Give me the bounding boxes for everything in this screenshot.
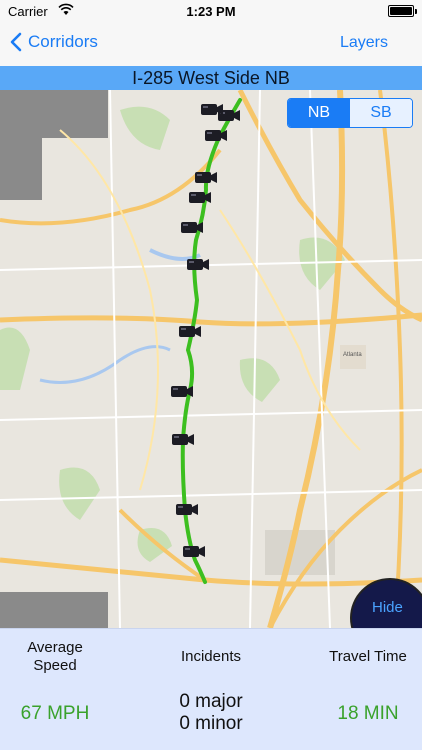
- average-speed-stat: Average Speed: [14, 639, 96, 675]
- traffic-camera-icon[interactable]: [176, 504, 198, 515]
- traffic-camera-icon[interactable]: [172, 434, 194, 445]
- direction-toggle[interactable]: NB SB: [287, 98, 413, 128]
- average-speed-value: 67 MPH: [20, 703, 90, 724]
- incidents-stat: Incidents: [160, 648, 262, 666]
- layers-button[interactable]: Layers: [340, 34, 388, 52]
- route-overlay: [171, 98, 242, 584]
- average-speed-label: Average Speed: [27, 639, 83, 674]
- status-time: 1:23 PM: [186, 4, 236, 19]
- travel-time-value-wrap: 18 MIN: [318, 703, 418, 725]
- corridor-title: I-285 West Side NB: [0, 66, 422, 90]
- traffic-camera-icon[interactable]: [183, 546, 205, 557]
- back-button[interactable]: Corridors: [10, 32, 98, 52]
- hide-button-label: Hide: [372, 599, 403, 616]
- status-bar: Carrier 1:23 PM: [0, 0, 422, 22]
- stats-panel: Average Speed 67 MPH Incidents 0 major 0…: [0, 628, 422, 750]
- average-speed-value-wrap: 67 MPH: [6, 703, 104, 725]
- traffic-camera-icon[interactable]: [179, 326, 201, 337]
- navigation-bar: Corridors Layers: [0, 22, 422, 66]
- toggle-sb[interactable]: SB: [350, 99, 412, 127]
- map-view[interactable]: Atlanta NB SB Hide: [0, 90, 422, 628]
- traffic-camera-icon[interactable]: [195, 172, 217, 183]
- back-button-label: Corridors: [28, 32, 98, 51]
- incidents-major: 0 major: [179, 691, 243, 712]
- chevron-left-icon: [10, 32, 22, 52]
- travel-time-label: Travel Time: [329, 648, 407, 665]
- traffic-camera-icon[interactable]: [187, 259, 209, 270]
- traffic-camera-icon[interactable]: [189, 192, 211, 203]
- traffic-camera-icon[interactable]: [201, 104, 223, 115]
- travel-time-stat: Travel Time: [318, 648, 418, 666]
- incidents-values: 0 major 0 minor: [160, 691, 262, 735]
- toggle-nb[interactable]: NB: [288, 99, 350, 127]
- incidents-minor: 0 minor: [179, 713, 243, 734]
- travel-time-value: 18 MIN: [337, 703, 399, 724]
- battery-icon: [388, 5, 417, 17]
- incidents-label: Incidents: [180, 648, 242, 665]
